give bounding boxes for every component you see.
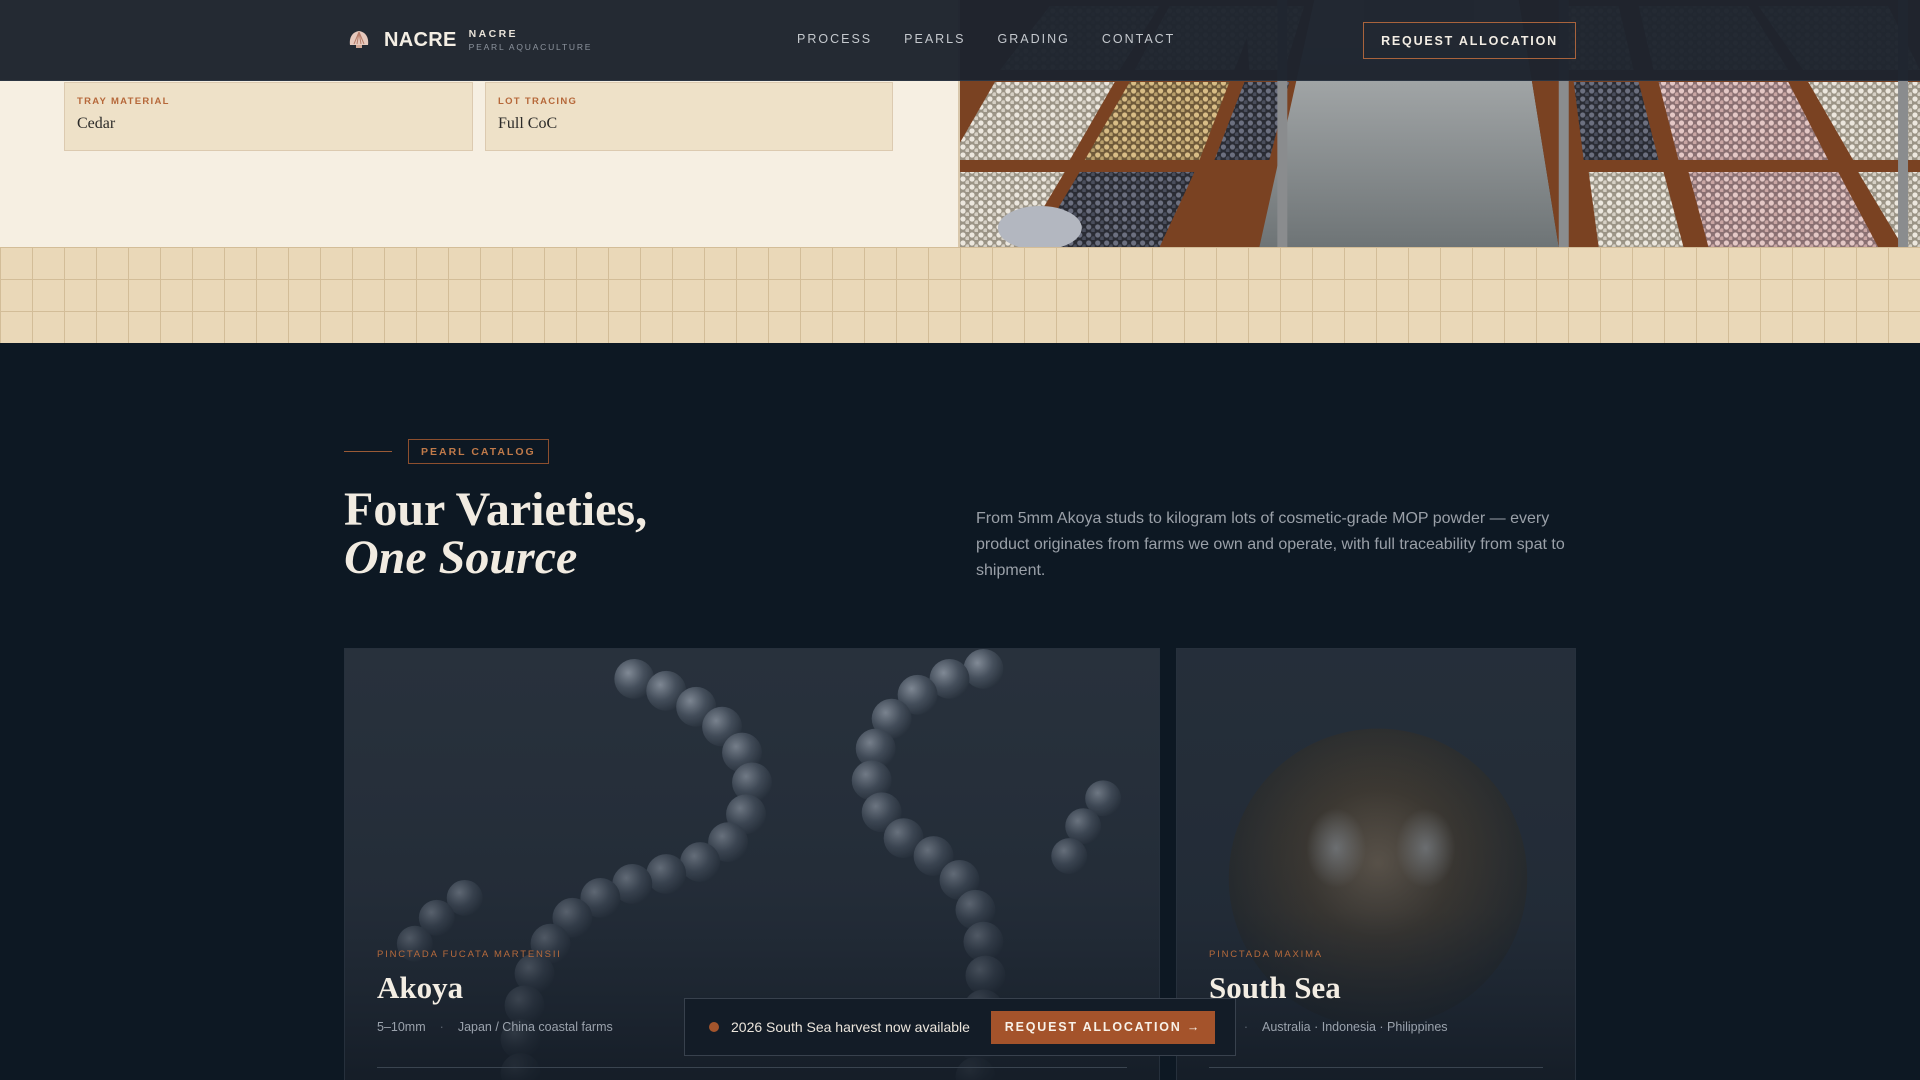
spec-label: LOT TRACING bbox=[498, 96, 578, 107]
banner-text: 2026 South Sea harvest now available bbox=[731, 1019, 970, 1035]
eyebrow-divider bbox=[344, 451, 392, 452]
harvest-announcement-banner: 2026 South Sea harvest now available REQ… bbox=[684, 998, 1236, 1056]
card-content: PINCTADA MAXIMA South Sea mm · Australia… bbox=[1209, 949, 1543, 1034]
nav-link-contact[interactable]: CONTACT bbox=[1102, 32, 1176, 46]
site-header: NACRE NACRE PEARL AQUACULTURE PROCESS PE… bbox=[0, 0, 1920, 81]
card-divider bbox=[1209, 1067, 1543, 1068]
nav-link-grading[interactable]: GRADING bbox=[997, 32, 1069, 46]
spec-card-tray-material: TRAY MATERIAL Cedar bbox=[64, 82, 473, 151]
meta-separator: · bbox=[439, 1020, 444, 1034]
species-name: PINCTADA FUCATA MARTENSII bbox=[377, 949, 562, 960]
banner-request-allocation-button[interactable]: REQUEST ALLOCATION → bbox=[991, 1010, 1215, 1044]
brand-logo-link[interactable]: NACRE NACRE PEARL AQUACULTURE bbox=[346, 24, 592, 56]
brand-name: NACRE bbox=[384, 28, 457, 51]
request-allocation-button[interactable]: REQUEST ALLOCATION bbox=[1363, 22, 1576, 59]
card-divider bbox=[377, 1067, 1127, 1068]
species-name: PINCTADA MAXIMA bbox=[1209, 949, 1323, 960]
pearl-card-south-sea[interactable]: PINCTADA MAXIMA South Sea mm · Australia… bbox=[1176, 648, 1576, 1080]
section-heading: Four Varieties, One Source bbox=[344, 486, 647, 582]
grid-pattern-band bbox=[0, 247, 1920, 343]
status-dot-icon bbox=[709, 1022, 719, 1032]
origin: Japan / China coastal farms bbox=[457, 1020, 613, 1034]
spec-value: Full CoC bbox=[498, 115, 558, 132]
brand-tagline: NACRE PEARL AQUACULTURE bbox=[469, 28, 593, 52]
brand-tagline-top: NACRE bbox=[468, 28, 518, 40]
brand-tagline-bottom: PEARL AQUACULTURE bbox=[468, 42, 593, 52]
spec-value: Cedar bbox=[77, 115, 116, 132]
spec-card-lot-tracing: LOT TRACING Full CoC bbox=[485, 82, 893, 151]
size-range: 5–10mm bbox=[377, 1020, 426, 1034]
shell-icon bbox=[349, 31, 369, 48]
section-intro: From 5mm Akoya studs to kilogram lots of… bbox=[976, 510, 1565, 579]
heading-line-2: One Source bbox=[344, 531, 578, 584]
spec-label: TRAY MATERIAL bbox=[77, 96, 170, 107]
variety-name: South Sea bbox=[1209, 970, 1341, 1005]
meta-separator: · bbox=[1243, 1020, 1248, 1034]
card-meta: mm · Australia · Indonesia · Philippines bbox=[1209, 1020, 1543, 1034]
heading-line-1: Four Varieties, bbox=[344, 483, 648, 536]
section-eyebrow-badge: PEARL CATALOG bbox=[408, 439, 549, 464]
nav-link-pearls[interactable]: PEARLS bbox=[904, 32, 965, 46]
main-nav: PROCESS PEARLS GRADING CONTACT bbox=[797, 32, 1175, 46]
nav-link-process[interactable]: PROCESS bbox=[797, 32, 872, 46]
origin: Australia · Indonesia · Philippines bbox=[1262, 1020, 1448, 1034]
